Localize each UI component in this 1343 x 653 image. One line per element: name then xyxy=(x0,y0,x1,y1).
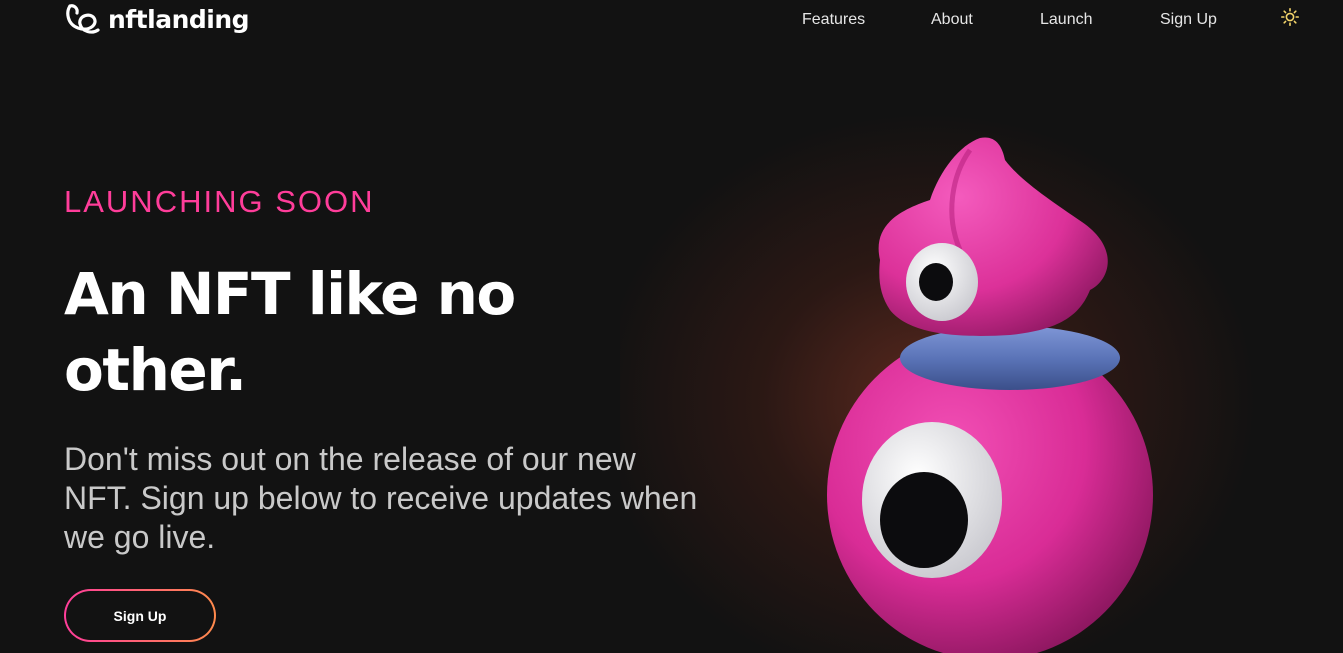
hero-eyebrow: LAUNCHING SOON xyxy=(64,184,375,219)
nav-link-features[interactable]: Features xyxy=(802,9,865,31)
sign-up-button-label: Sign Up xyxy=(66,591,214,640)
hero-headline: An NFT like no other. xyxy=(64,260,516,404)
nav-link-launch[interactable]: Launch xyxy=(1040,9,1093,31)
nav-link-about[interactable]: About xyxy=(931,9,973,31)
landing-page: nftlanding Features About Launch Sign Up… xyxy=(0,0,1343,653)
nav-link-sign-up[interactable]: Sign Up xyxy=(1160,9,1217,31)
sign-up-button[interactable]: Sign Up xyxy=(64,589,216,642)
sun-icon[interactable] xyxy=(1281,8,1299,26)
main-nav: Features About Launch Sign Up xyxy=(0,9,1343,31)
site-header: nftlanding Features About Launch Sign Up xyxy=(0,0,1343,40)
hero-subtext: Don't miss out on the release of our new… xyxy=(64,441,698,555)
nft-character-image xyxy=(827,137,1153,653)
